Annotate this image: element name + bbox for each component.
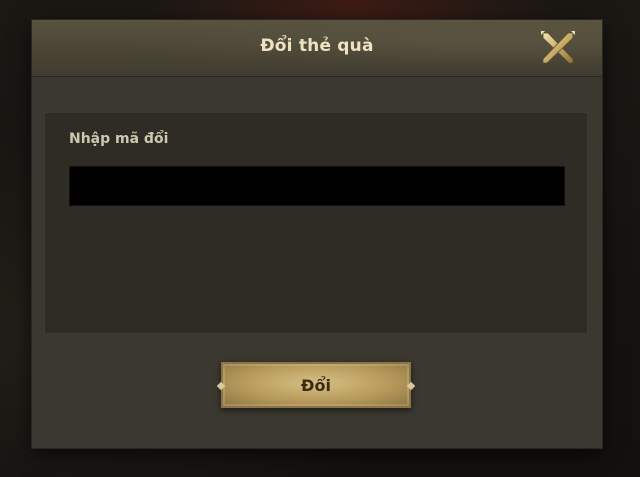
close-button[interactable] xyxy=(538,28,578,68)
dialog-header: Đổi thẻ quà xyxy=(32,20,602,77)
gift-code-input[interactable] xyxy=(69,166,565,206)
redeem-button-label: Đổi xyxy=(301,376,331,395)
code-field-label: Nhập mã đổi xyxy=(69,131,169,147)
redeem-button[interactable]: Đổi xyxy=(216,362,416,408)
close-x-icon xyxy=(541,31,575,64)
dialog-title: Đổi thẻ quà xyxy=(260,36,374,56)
gift-code-dialog: Đổi thẻ quà Nhập mã đổi Đổi xyxy=(32,20,602,448)
code-entry-panel: Nhập mã đổi xyxy=(44,112,588,334)
